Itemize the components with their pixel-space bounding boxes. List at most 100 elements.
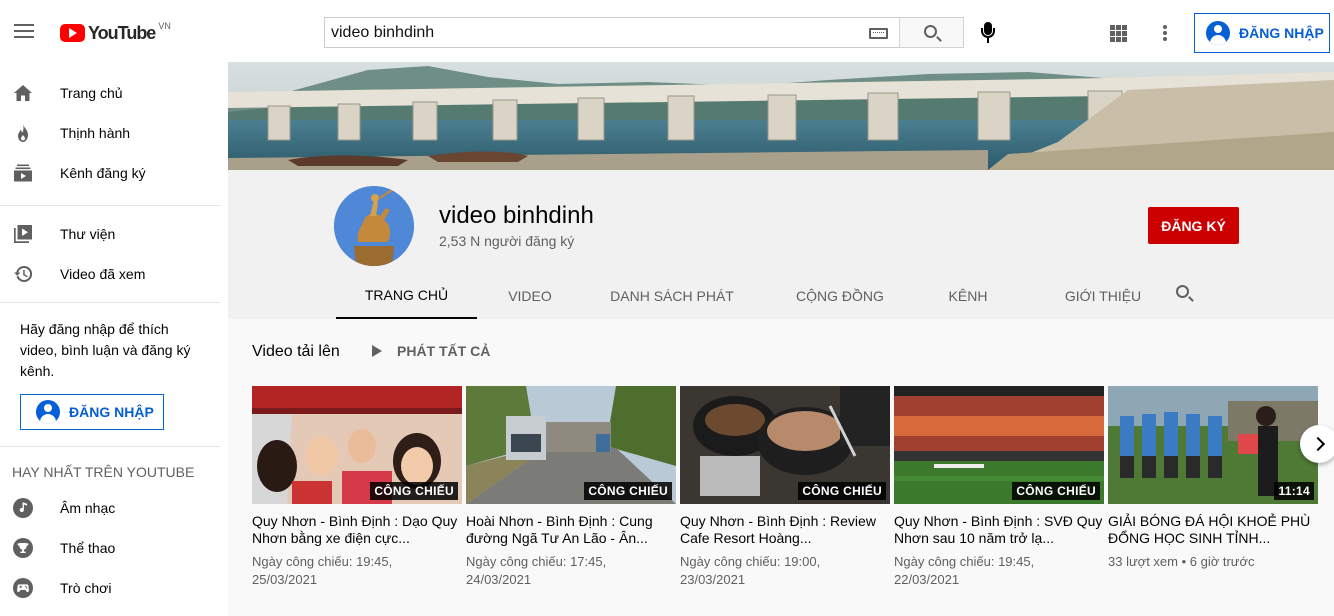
channel-header: video binhdinh 2,53 N người đăng ký ĐĂNG… — [228, 170, 1334, 319]
game-icon — [13, 578, 33, 598]
trophy-icon — [13, 538, 33, 558]
logo-wordmark: YouTube — [88, 22, 156, 43]
more-vertical-icon[interactable] — [1163, 25, 1167, 41]
logo-region: VN — [158, 21, 171, 31]
video-thumbnail[interactable]: CÔNG CHIẾU — [252, 386, 462, 504]
video-meta-line: Ngày công chiếu: 17:45, — [466, 554, 607, 569]
menu-icon[interactable] — [14, 24, 34, 40]
sidebar-item-gaming[interactable]: Trò chơi — [0, 568, 228, 608]
library-icon — [14, 225, 32, 243]
video-meta-line: Ngày công chiếu: 19:00, — [680, 554, 821, 569]
sidebar-item-history[interactable]: Video đã xem — [0, 254, 228, 294]
channel-avatar[interactable] — [334, 186, 414, 266]
subscribe-button[interactable]: ĐĂNG KÝ — [1148, 207, 1239, 244]
bridge-banner-image — [228, 62, 1334, 170]
signin-button[interactable]: ĐĂNG NHẬP — [1194, 13, 1330, 53]
user-account-icon — [1206, 21, 1230, 45]
sidebar-item-music[interactable]: Âm nhạc — [0, 488, 228, 528]
video-meta-line: 22/03/2021 — [894, 572, 960, 587]
video-thumbnail[interactable]: 11:14 — [1108, 386, 1318, 504]
carousel-next-button[interactable] — [1300, 425, 1334, 463]
video-meta-line: 25/03/2021 — [252, 572, 318, 587]
video-meta-line: Ngày công chiếu: 19:45, — [252, 554, 393, 569]
sidebar-item-label: Kênh đăng ký — [60, 165, 146, 181]
play-all-label: PHÁT TẤT CẢ — [397, 343, 491, 359]
sidebar-divider — [0, 446, 220, 447]
sidebar-item-label: Thể thao — [60, 540, 116, 556]
sidebar-item-sports[interactable]: Thể thao — [0, 528, 228, 568]
video-meta-line: 23/03/2021 — [680, 572, 746, 587]
video-meta: Ngày công chiếu: 19:00, 23/03/2021 — [680, 553, 890, 589]
video-title[interactable]: GIẢI BÓNG ĐÁ HỘI KHOẺ PHÙ ĐỔNG HỌC SINH … — [1108, 513, 1318, 547]
sidebar-item-home[interactable]: Trang chủ — [0, 73, 228, 113]
video-card[interactable]: CÔNG CHIẾU Quy Nhơn - Bình Định : Dạo Qu… — [252, 386, 462, 589]
premiere-badge: CÔNG CHIẾU — [798, 482, 886, 500]
tab-community[interactable]: CỘNG ĐỒNG — [780, 272, 900, 319]
tab-playlists[interactable]: DANH SÁCH PHÁT — [598, 272, 746, 319]
video-meta: 33 lượt xem • 6 giờ trước — [1108, 553, 1318, 571]
search-icon — [1176, 285, 1189, 298]
premiere-badge: CÔNG CHIẾU — [1012, 482, 1100, 500]
video-meta-line: 33 lượt xem • 6 giờ trước — [1108, 554, 1255, 569]
video-title[interactable]: Quy Nhơn - Bình Định : Dạo Quy Nhơn bằng… — [252, 513, 462, 547]
channel-search-button[interactable] — [1176, 285, 1196, 305]
play-icon — [372, 345, 382, 357]
signin-prompt-text: Hãy đăng nhập để thích video, bình luận … — [20, 321, 191, 379]
video-thumbnail[interactable]: CÔNG CHIẾU — [894, 386, 1104, 504]
apps-grid-icon[interactable] — [1110, 25, 1127, 42]
subscriber-count: 2,53 N người đăng ký — [439, 233, 575, 249]
channel-content: Video tải lên PHÁT TẤT CẢ CÔNG CHIẾU Quy… — [228, 319, 1334, 616]
channel-banner — [228, 62, 1334, 170]
video-card[interactable]: CÔNG CHIẾU Quy Nhơn - Bình Định : SVĐ Qu… — [894, 386, 1104, 589]
sidebar-divider — [0, 302, 220, 303]
play-all-button[interactable]: PHÁT TẤT CẢ — [372, 343, 490, 359]
video-card[interactable]: 11:14 GIẢI BÓNG ĐÁ HỘI KHOẺ PHÙ ĐỔNG HỌC… — [1108, 386, 1318, 571]
video-meta: Ngày công chiếu: 19:45, 22/03/2021 — [894, 553, 1104, 589]
tab-videos[interactable]: VIDEO — [496, 272, 564, 319]
tab-home[interactable]: TRANG CHỦ — [336, 272, 477, 319]
premiere-badge: CÔNG CHIẾU — [370, 482, 458, 500]
tab-about[interactable]: GIỚI THIỆU — [1036, 272, 1170, 319]
youtube-logo[interactable]: YouTube VN — [60, 21, 171, 44]
user-account-icon — [36, 400, 60, 424]
home-icon — [14, 85, 32, 101]
top-bar: YouTube VN ĐĂNG NHẬP — [0, 0, 1334, 62]
sidebar-item-trending[interactable]: Thịnh hành — [0, 113, 228, 153]
sidebar-divider — [0, 205, 220, 206]
youtube-play-icon — [60, 24, 85, 42]
subscriptions-icon — [14, 164, 32, 182]
video-title[interactable]: Quy Nhơn - Bình Định : Review Cafe Resor… — [680, 513, 890, 547]
music-icon — [13, 498, 33, 518]
video-card[interactable]: CÔNG CHIẾU Hoài Nhơn - Bình Định : Cung … — [466, 386, 676, 589]
sidebar-item-label: Âm nhạc — [60, 500, 116, 516]
best-of-youtube-heading: HAY NHẤT TRÊN YOUTUBE — [12, 464, 195, 480]
video-title[interactable]: Quy Nhơn - Bình Định : SVĐ Quy Nhơn sau … — [894, 513, 1104, 547]
video-meta: Ngày công chiếu: 19:45, 25/03/2021 — [252, 553, 462, 589]
sidebar-item-label: Thư viện — [60, 226, 116, 242]
video-thumbnail[interactable]: CÔNG CHIẾU — [466, 386, 676, 504]
search-button[interactable] — [899, 17, 964, 48]
premiere-badge: CÔNG CHIẾU — [584, 482, 672, 500]
search-box — [324, 17, 900, 48]
sidebar-item-library[interactable]: Thư viện — [0, 214, 228, 254]
tab-channels[interactable]: KÊNH — [934, 272, 1002, 319]
uploads-section-title[interactable]: Video tải lên — [252, 343, 340, 361]
video-title[interactable]: Hoài Nhơn - Bình Định : Cung đường Ngã T… — [466, 513, 676, 547]
keyboard-icon[interactable] — [869, 28, 888, 39]
sidebar-item-label: Trang chủ — [60, 85, 123, 101]
sidebar-item-label: Trò chơi — [60, 580, 112, 596]
fire-icon — [18, 124, 28, 142]
search-input[interactable] — [325, 18, 845, 47]
microphone-icon[interactable] — [980, 22, 996, 44]
video-meta-line: Ngày công chiếu: 19:45, — [894, 554, 1035, 569]
duration-badge: 11:14 — [1274, 482, 1314, 500]
sidebar-item-subscriptions[interactable]: Kênh đăng ký — [0, 153, 228, 193]
sidebar-signin-button[interactable]: ĐĂNG NHẬP — [20, 394, 164, 430]
sidebar-item-label: Video đã xem — [60, 266, 146, 282]
channel-name: video binhdinh — [439, 202, 594, 229]
video-card[interactable]: CÔNG CHIẾU Quy Nhơn - Bình Định : Review… — [680, 386, 890, 589]
statue-avatar-image — [334, 186, 414, 266]
sidebar-item-label: Thịnh hành — [60, 125, 131, 141]
video-meta: Ngày công chiếu: 17:45, 24/03/2021 — [466, 553, 676, 589]
video-thumbnail[interactable]: CÔNG CHIẾU — [680, 386, 890, 504]
